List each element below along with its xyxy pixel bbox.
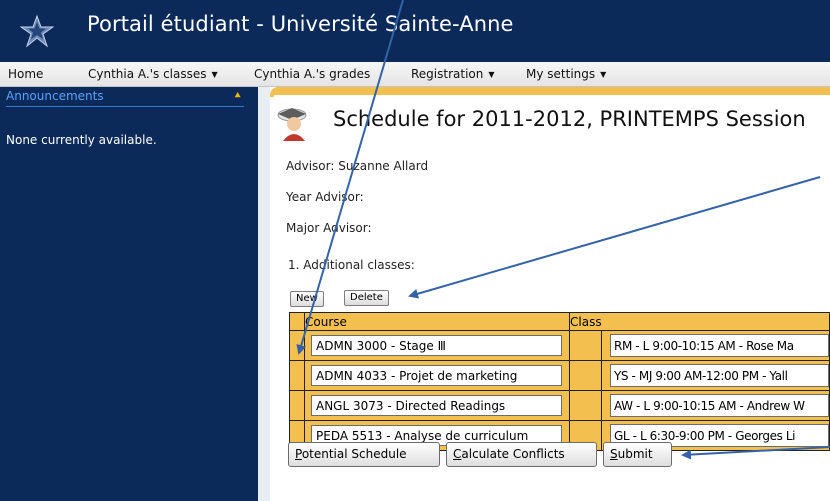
star-logo-icon (20, 14, 54, 48)
section-label: 1. Additional classes: (288, 258, 415, 272)
menu-grades[interactable]: Cynthia A.'s grades (254, 67, 370, 81)
sidebar: Announcements ⯅︎ None currently availabl… (0, 87, 258, 501)
classes-table: Course Class ADMN 3000 - Stage Ⅲ RM - L … (289, 312, 830, 451)
spacer-cell (569, 360, 602, 391)
class-column-header: Class (569, 312, 830, 331)
spacer-cell (569, 330, 602, 361)
sidebar-splitter[interactable] (258, 87, 270, 501)
graduate-icon (277, 108, 307, 141)
potential-schedule-button[interactable]: Potential Schedule (288, 442, 440, 467)
triangle-down-icon: ▼ (488, 70, 495, 79)
table-row: ANGL 3073 - Directed Readings AW - L 9:0… (289, 390, 830, 421)
course-field[interactable]: ADMN 3000 - Stage Ⅲ (311, 335, 562, 356)
row-selector[interactable] (289, 330, 305, 361)
table-row: ADMN 3000 - Stage Ⅲ RM - L 9:00-10:15 AM… (289, 330, 830, 361)
course-field[interactable]: ANGL 3073 - Directed Readings (311, 395, 562, 416)
submit-accesskey: S (610, 447, 618, 461)
menu-home[interactable]: Home (8, 67, 43, 81)
class-select[interactable]: AW - L 9:00-10:15 AM - Andrew W (610, 394, 829, 417)
class-select[interactable]: YS - MJ 9:00 AM-12:00 PM - Yall (610, 364, 829, 387)
row-selector[interactable] (289, 390, 305, 421)
main-menu: Home Cynthia A.'s classes ▼ Cynthia A.'s … (0, 62, 830, 87)
menu-registration[interactable]: Registration ▼ (411, 67, 495, 81)
submit-button[interactable]: Submit (603, 442, 672, 467)
menu-classes-label: Cynthia A.'s classes (88, 67, 207, 81)
menu-settings-label: My settings (526, 67, 596, 81)
triangle-down-icon: ▼ (211, 70, 218, 79)
conflicts-label: alculate Conflicts (461, 447, 565, 461)
menu-classes[interactable]: Cynthia A.'s classes ▼ (88, 67, 218, 81)
menu-settings[interactable]: My settings ▼ (526, 67, 606, 81)
app-title: Portail étudiant - Université Sainte-Ann… (87, 12, 514, 36)
potential-accesskey: P (295, 447, 302, 461)
menu-registration-label: Registration (411, 67, 484, 81)
course-field[interactable]: ADMN 4033 - Projet de marketing (311, 365, 562, 386)
table-row: ADMN 4033 - Projet de marketing YS - MJ … (289, 360, 830, 391)
triangle-down-icon: ▼ (600, 70, 607, 79)
announcements-title: Announcements (6, 89, 104, 103)
double-chevron-up-icon[interactable]: ⯅︎ (233, 89, 242, 103)
course-column-header: Course (304, 312, 570, 331)
spacer-cell (569, 390, 602, 421)
major-advisor-text: Major Advisor: (286, 221, 372, 235)
submit-label: ubmit (617, 447, 653, 461)
new-button[interactable]: New (290, 291, 324, 307)
table-header-row: Course Class (289, 312, 830, 331)
class-select[interactable]: RM - L 9:00-10:15 AM - Rose Ma (610, 334, 829, 357)
header-banner: Portail étudiant - Université Sainte-Ann… (0, 0, 830, 62)
row-selector[interactable] (289, 360, 305, 391)
year-advisor-text: Year Advisor: (286, 190, 364, 204)
delete-button[interactable]: Delete (344, 290, 389, 306)
announcements-empty: None currently available. (6, 133, 157, 147)
advisor-text: Advisor: Suzanne Allard (286, 159, 429, 173)
page-title: Schedule for 2011-2012, PRINTEMPS Sessio… (333, 107, 806, 131)
calculate-conflicts-button[interactable]: Calculate Conflicts (446, 442, 597, 467)
announcements-header: Announcements ⯅︎ (6, 89, 244, 107)
row-selector-header (289, 312, 305, 331)
potential-label: otential Schedule (301, 447, 407, 461)
